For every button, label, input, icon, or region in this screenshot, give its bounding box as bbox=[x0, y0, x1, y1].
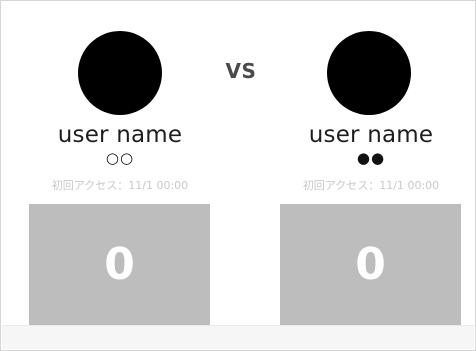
score-value: 0 bbox=[104, 239, 135, 290]
vs-label: VS bbox=[225, 59, 257, 83]
username: user name bbox=[57, 122, 183, 148]
player-marks: ●● bbox=[356, 149, 386, 167]
score-box: 0 bbox=[280, 204, 461, 326]
avatar bbox=[327, 31, 411, 115]
first-access-time: 初回アクセス：11/1 00:00 bbox=[302, 179, 440, 192]
avatar bbox=[78, 31, 162, 115]
first-access-time: 初回アクセス：11/1 00:00 bbox=[51, 179, 189, 192]
score-box: 0 bbox=[29, 204, 210, 326]
match-panel: user name ○○ 初回アクセス：11/1 00:00 0 VS user… bbox=[0, 0, 476, 351]
player-marks: ○○ bbox=[105, 149, 135, 167]
username: user name bbox=[308, 122, 434, 148]
score-value: 0 bbox=[355, 239, 386, 290]
footer-strip bbox=[2, 325, 474, 349]
